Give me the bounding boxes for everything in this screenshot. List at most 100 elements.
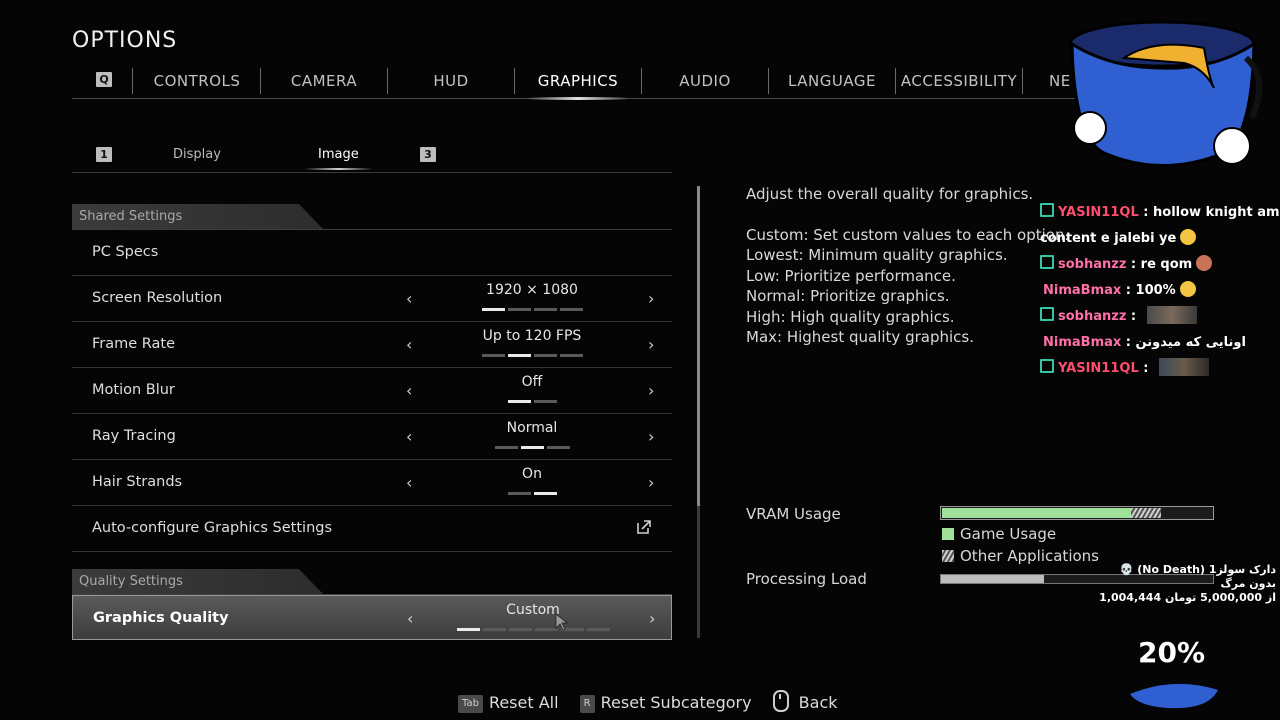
value-indicator [452, 354, 612, 357]
vram-game-fill [942, 508, 1131, 518]
chevron-right-icon[interactable]: › [648, 322, 654, 367]
description-line: Custom: Set custom values to each option… [746, 225, 1070, 244]
value-pip [507, 308, 531, 311]
value-pip [533, 492, 557, 495]
legend-swatch-other [942, 550, 954, 562]
tab-controls[interactable]: CONTROLS [134, 64, 260, 98]
chevron-left-icon[interactable]: ‹ [407, 596, 413, 641]
subtab-image[interactable]: Image [304, 140, 373, 170]
chat-text: 100% [1135, 283, 1176, 298]
setting-ray-tracing[interactable]: Ray Tracing ‹ Normal › [72, 414, 672, 460]
scrollbar-thumb[interactable] [697, 186, 700, 506]
sticker-image [1146, 306, 1197, 324]
value-pip [508, 628, 532, 631]
setting-value: Custom [506, 602, 560, 618]
badge-icon [1040, 203, 1054, 217]
setting-value: 1920 × 1080 [486, 282, 578, 298]
subtab-display[interactable]: Display [173, 140, 221, 170]
control-hints: Tab Reset All R Reset Subcategory Back [458, 690, 854, 713]
legend-game-usage: Game Usage [942, 525, 1056, 543]
processing-load-label: Processing Load [746, 570, 867, 588]
description-title: Adjust the overall quality for graphics. [746, 185, 1034, 203]
chevron-left-icon[interactable]: ‹ [406, 460, 412, 505]
hint-label: Reset All [488, 693, 559, 712]
value-pip [481, 308, 505, 311]
vram-usage-bar [940, 506, 1214, 520]
chevron-right-icon[interactable]: › [648, 276, 654, 321]
chat-message: NimaBmax : 100% [1040, 278, 1280, 304]
chat-text: hollow knight am [1153, 205, 1280, 220]
setting-motion-blur[interactable]: Motion Blur ‹ Off › [72, 368, 672, 414]
settings-list: Shared Settings PC Specs Screen Resoluti… [72, 204, 672, 640]
vram-usage-label: VRAM Usage [746, 505, 841, 523]
emoji-icon [1179, 281, 1196, 297]
chat-text: content e jalebi ye [1040, 231, 1177, 246]
emoji-icon [1196, 255, 1213, 271]
setting-screen-resolution[interactable]: Screen Resolution ‹ 1920 × 1080 › [72, 276, 672, 322]
processing-load-fill [941, 575, 1045, 583]
prev-tab-key-hint[interactable]: Q [96, 72, 112, 87]
chat-message: NimaBmax : اونایی که میدونن [1043, 335, 1246, 350]
badge-icon [1040, 307, 1054, 321]
chat-username: sobhanzz [1058, 257, 1127, 272]
setting-description: Adjust the overall quality for graphics.… [746, 184, 1076, 348]
value-pip [586, 628, 610, 631]
value-pip [507, 492, 531, 495]
chevron-right-icon[interactable]: › [648, 460, 654, 505]
prev-subtab-key-hint[interactable]: 1 [96, 147, 112, 162]
setting-graphics-quality[interactable]: Graphics Quality ‹ Custom › [72, 595, 672, 640]
value-pip [533, 400, 557, 403]
next-subtab-key-hint[interactable]: 3 [420, 147, 436, 162]
donation-goal: 💀 (No Death) دارک سولز1 بدون مرگ 1,004,4… [1092, 563, 1276, 605]
setting-value: Normal [506, 420, 558, 436]
chevron-right-icon[interactable]: › [649, 596, 655, 641]
setting-pc-specs[interactable]: PC Specs [72, 230, 672, 276]
reset-all-button[interactable]: Tab Reset All [458, 693, 559, 713]
reset-subcategory-button[interactable]: R Reset Subcategory [579, 693, 752, 713]
hint-label: Back [798, 693, 838, 712]
top-tab-bar: Q CONTROLS CAMERA HUD GRAPHICS AUDIO LAN… [72, 64, 1082, 100]
setting-hair-strands[interactable]: Hair Strands ‹ On › [72, 460, 672, 506]
value-pip [507, 354, 531, 357]
legend-label: Other Applications [960, 547, 1099, 565]
setting-label: Ray Tracing [92, 428, 176, 444]
chevron-left-icon[interactable]: ‹ [406, 276, 412, 321]
chevron-left-icon[interactable]: ‹ [406, 368, 412, 413]
setting-value: On [522, 466, 542, 482]
chevron-right-icon[interactable]: › [648, 414, 654, 459]
tab-hud[interactable]: HUD [388, 64, 514, 98]
mouse-icon [772, 690, 789, 712]
tab-language[interactable]: LANGUAGE [769, 64, 895, 98]
tab-graphics[interactable]: GRAPHICS [515, 64, 641, 100]
donation-goal-progress: 1,004,444 از 5,000,000 تومان [1099, 591, 1276, 604]
value-pip [546, 446, 570, 449]
setting-label: PC Specs [92, 244, 159, 260]
value-pip [507, 400, 531, 403]
back-button[interactable]: Back [772, 690, 838, 712]
chat-message: content e jalebi ye [1040, 226, 1280, 252]
external-link-icon[interactable] [636, 519, 652, 535]
sub-tab-bar: 1 Display Image 3 [72, 140, 672, 173]
tab-accessibility[interactable]: ACCESSIBILITY [896, 64, 1022, 98]
chat-username: NimaBmax [1043, 335, 1122, 350]
chat-username: YASIN11QL [1058, 205, 1139, 220]
setting-value: Up to 120 FPS [482, 328, 582, 344]
value-indicator [452, 308, 612, 311]
setting-label: Screen Resolution [92, 290, 223, 306]
chevron-left-icon[interactable]: ‹ [406, 322, 412, 367]
vram-other-fill [1131, 508, 1161, 518]
setting-frame-rate[interactable]: Frame Rate ‹ Up to 120 FPS › [72, 322, 672, 368]
tab-key-icon: Tab [458, 695, 483, 713]
tab-audio[interactable]: AUDIO [642, 64, 768, 98]
tab-camera[interactable]: CAMERA [261, 64, 387, 98]
value-pip [559, 308, 583, 311]
value-pip [559, 354, 583, 357]
setting-label: Auto-configure Graphics Settings [92, 520, 333, 536]
legend-other-applications: Other Applications [942, 547, 1099, 565]
setting-auto-configure[interactable]: Auto-configure Graphics Settings [72, 506, 672, 552]
badge-icon [1040, 255, 1054, 269]
chevron-left-icon[interactable]: ‹ [406, 414, 412, 459]
r-key-icon: R [579, 695, 595, 713]
badge-icon [1040, 359, 1054, 373]
chevron-right-icon[interactable]: › [648, 368, 654, 413]
